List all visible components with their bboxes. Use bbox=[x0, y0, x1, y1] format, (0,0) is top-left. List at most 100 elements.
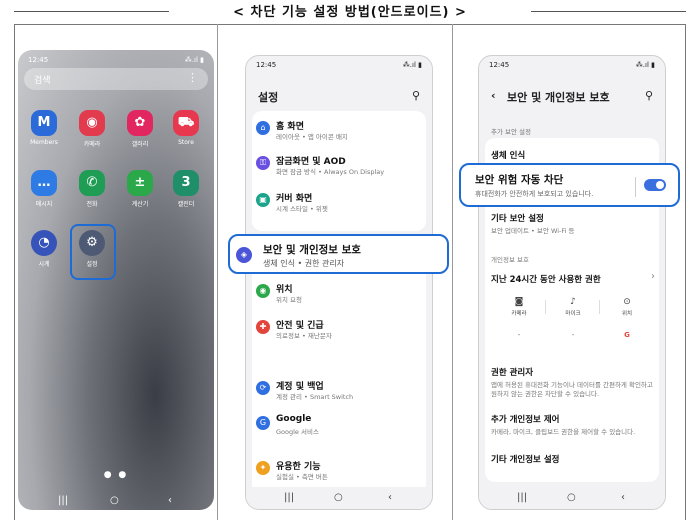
other-privacy-label: 기타 개인정보 설정 bbox=[491, 455, 560, 465]
lock-icon: ⚿ bbox=[256, 156, 270, 170]
recent-apps-button[interactable]: ||| bbox=[517, 492, 527, 503]
gallery-icon: ✿ bbox=[127, 110, 153, 136]
home-search-placeholder: 검색 bbox=[34, 76, 51, 86]
status-icons: ⁂.ıl ▮ bbox=[635, 61, 655, 69]
location-icon: ⊙ bbox=[623, 297, 631, 307]
app-calendar[interactable]: 3 캘린더 bbox=[166, 170, 206, 208]
calendar-icon: 3 bbox=[173, 170, 199, 196]
settings-item-sub: 의료정보 • 재난문자 bbox=[276, 332, 332, 340]
settings-item-sub: 화면 잠금 방식 • Always On Display bbox=[276, 168, 385, 176]
extra-privacy-sub: 카메라, 마이크, 클립보드 권한을 제어할 수 있습니다. bbox=[491, 428, 636, 436]
app-members[interactable]: M Members bbox=[24, 110, 64, 146]
settings-item-security-privacy[interactable]: ◈ 보안 및 개인정보 보호 생체 인식 • 권한 관리자 bbox=[228, 234, 449, 274]
message-icon: … bbox=[31, 170, 57, 196]
permission-label: 위치 bbox=[621, 311, 633, 317]
microphone-icon: ♪ bbox=[570, 297, 576, 307]
chevron-right-icon: › bbox=[651, 271, 655, 282]
permission-label: 카메라 bbox=[511, 311, 527, 317]
other-security-label: 기타 보안 설정 bbox=[491, 214, 544, 224]
back-button[interactable]: ‹ bbox=[621, 492, 625, 503]
back-arrow-icon[interactable]: ‹ bbox=[491, 89, 496, 102]
auto-block-item[interactable]: 보안 위험 자동 차단 휴대전화가 안전하게 보호되고 있습니다. bbox=[459, 163, 680, 207]
status-time: 12:45 bbox=[28, 56, 49, 64]
app-phone[interactable]: ✆ 전화 bbox=[72, 170, 112, 208]
home-button[interactable]: ○ bbox=[110, 495, 119, 506]
biometrics-item[interactable]: 생체 인식 bbox=[491, 149, 655, 161]
settings-item-sub: 실험실 • 측면 버튼 bbox=[276, 473, 328, 481]
status-bar: 12:45 ⁂.ıl ▮ bbox=[256, 61, 422, 71]
permission-location[interactable]: ⊙ 위치 G bbox=[607, 297, 647, 339]
settings-item-sub: 시계 스타일 • 위젯 bbox=[276, 205, 328, 213]
app-label: 시계 bbox=[38, 261, 50, 268]
security-title: 보안 및 개인정보 보호 bbox=[507, 91, 610, 104]
security-privacy-label: 보안 및 개인정보 보호 bbox=[263, 244, 361, 256]
status-bar: 12:45 ⁂.ıl ▮ bbox=[28, 56, 204, 66]
status-icons: ⁂.ıl ▮ bbox=[402, 61, 422, 69]
safety-icon: ✚ bbox=[256, 320, 270, 334]
recent-permissions-item[interactable]: 지난 24시간 동안 사용한 권한 bbox=[491, 273, 655, 285]
panel-divider-1 bbox=[217, 24, 218, 520]
recent-permissions-label: 지난 24시간 동안 사용한 권한 bbox=[491, 275, 601, 285]
status-time: 12:45 bbox=[256, 61, 277, 69]
back-button[interactable]: ‹ bbox=[388, 492, 392, 503]
security-screen: 12:45 ⁂.ıl ▮ ‹ 보안 및 개인정보 보호 ⚲ 추가 보안 설정 생… bbox=[478, 55, 666, 510]
back-button[interactable]: ‹ bbox=[168, 495, 172, 506]
recent-apps-button[interactable]: ||| bbox=[58, 495, 68, 506]
status-bar: 12:45 ⁂.ıl ▮ bbox=[489, 61, 655, 71]
permission-value: - bbox=[517, 331, 521, 339]
more-options-icon[interactable]: ⋮ bbox=[187, 71, 198, 84]
biometrics-label: 생체 인식 bbox=[491, 151, 526, 161]
extra-privacy-item[interactable]: 추가 개인정보 제어 카메라, 마이크, 클립보드 권한을 제어할 수 있습니다… bbox=[491, 413, 655, 437]
security-privacy-sub: 생체 인식 • 권한 관리자 bbox=[263, 259, 345, 268]
home-search-bar[interactable]: 검색 ⋮ bbox=[24, 68, 208, 90]
panel-divider-2 bbox=[452, 24, 453, 520]
app-label: 전화 bbox=[86, 201, 98, 208]
app-label: 메시지 bbox=[35, 201, 53, 208]
app-clock[interactable]: ◔ 시계 bbox=[24, 230, 64, 268]
calculator-icon: ± bbox=[127, 170, 153, 196]
clock-icon: ◔ bbox=[31, 230, 57, 256]
app-calculator[interactable]: ± 계산기 bbox=[120, 170, 160, 208]
permission-value: - bbox=[571, 331, 575, 339]
home-screen: 12:45 ⁂.ıl ▮ 검색 ⋮ M Members ◉ 카메라 ✿ 갤러리 ⛟ Store… bbox=[18, 50, 214, 510]
search-icon[interactable]: ⚲ bbox=[645, 89, 653, 102]
section-privacy: 개인정보 보호 bbox=[491, 256, 529, 264]
recent-apps-button[interactable]: ||| bbox=[284, 492, 294, 503]
cover-screen-icon: ▣ bbox=[256, 193, 270, 207]
page-indicator: ● ● bbox=[103, 470, 129, 480]
store-icon: ⛟ bbox=[173, 110, 199, 136]
settings-app-highlight bbox=[70, 224, 116, 280]
status-icons: ⁂.ıl ▮ bbox=[184, 56, 204, 64]
permission-manager-item[interactable]: 권한 관리자 앱에 허용된 휴대전화 기능이나 데이터를 간편하게 확인하고 원… bbox=[491, 366, 655, 399]
account-backup-icon: ⟳ bbox=[256, 381, 270, 395]
google-icon: G bbox=[256, 416, 270, 430]
permission-camera[interactable]: ◙ 카메라 - bbox=[499, 297, 539, 339]
extra-privacy-label: 추가 개인정보 제어 bbox=[491, 415, 560, 425]
app-store[interactable]: ⛟ Store bbox=[166, 110, 206, 146]
app-message[interactable]: … 메시지 bbox=[24, 170, 64, 208]
app-label: Store bbox=[178, 139, 194, 146]
other-privacy-item[interactable]: 기타 개인정보 설정 bbox=[491, 453, 655, 465]
other-security-item[interactable]: 기타 보안 설정 보안 업데이트 • 보안 Wi-Fi 등 bbox=[491, 212, 655, 236]
app-camera[interactable]: ◉ 카메라 bbox=[72, 110, 112, 148]
settings-item-label: Google bbox=[276, 414, 312, 424]
section-extra-security: 추가 보안 설정 bbox=[491, 128, 532, 136]
permission-microphone[interactable]: ♪ 마이크 - bbox=[553, 297, 593, 339]
useful-features-icon: ✦ bbox=[256, 461, 270, 475]
auto-block-label: 보안 위험 자동 차단 bbox=[475, 174, 564, 186]
navigation-bar: ||| ○ ‹ bbox=[479, 487, 665, 509]
settings-title: 설정 bbox=[258, 91, 279, 104]
toggle-knob bbox=[656, 181, 664, 189]
camera-icon: ◙ bbox=[514, 297, 524, 307]
app-gallery[interactable]: ✿ 갤러리 bbox=[120, 110, 160, 148]
app-label: 캘린더 bbox=[177, 201, 195, 208]
home-button[interactable]: ○ bbox=[567, 492, 576, 503]
home-button[interactable]: ○ bbox=[334, 492, 343, 503]
navigation-bar: ||| ○ ‹ bbox=[18, 490, 214, 506]
auto-block-sub: 휴대전화가 안전하게 보호되고 있습니다. bbox=[475, 190, 594, 198]
auto-block-toggle[interactable] bbox=[644, 179, 666, 191]
app-label: Members bbox=[30, 139, 58, 146]
status-time: 12:45 bbox=[489, 61, 510, 69]
search-icon[interactable]: ⚲ bbox=[412, 89, 420, 102]
navigation-bar: ||| ○ ‹ bbox=[246, 487, 432, 509]
